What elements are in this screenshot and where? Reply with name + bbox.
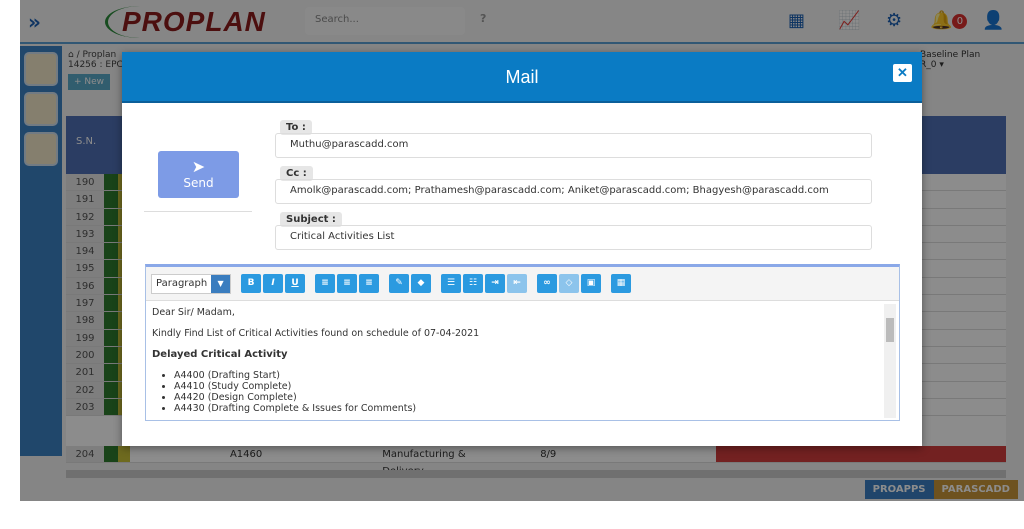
indent-icon[interactable]: ⇥ <box>485 274 505 293</box>
cc-field[interactable]: Amolk@parascadd.com; Prathamesh@parascad… <box>275 179 872 204</box>
text-color-icon[interactable]: ✎ <box>389 274 409 293</box>
format-select[interactable]: Paragraph ▼ <box>151 273 231 294</box>
list-item: A4430 (Drafting Complete & Issues for Co… <box>174 403 893 414</box>
table-icon[interactable]: ▦ <box>611 274 631 293</box>
mail-dialog: Mail ✕ ➤ Send To : Muthu@parascadd.com C… <box>122 52 922 446</box>
divider <box>144 211 252 212</box>
paper-plane-icon: ➤ <box>191 157 206 176</box>
list-item: A4420 (Design Complete) <box>174 392 893 403</box>
outdent-icon[interactable]: ⇤ <box>507 274 527 293</box>
background-color-icon[interactable]: ◆ <box>411 274 431 293</box>
align-left-icon[interactable]: ≡ <box>315 274 335 293</box>
link-icon[interactable]: ∞ <box>537 274 557 293</box>
italic-button[interactable]: I <box>263 274 283 293</box>
underline-button[interactable]: U <box>285 274 305 293</box>
align-right-icon[interactable]: ≡ <box>359 274 379 293</box>
subject-field[interactable]: Critical Activities List <box>275 225 872 250</box>
list-item: A4400 (Drafting Start) <box>174 370 893 381</box>
close-button[interactable]: ✕ <box>893 64 912 82</box>
unlink-icon[interactable]: ◇ <box>559 274 579 293</box>
bullet-list-icon[interactable]: ☰ <box>441 274 461 293</box>
numbered-list-icon[interactable]: ☷ <box>463 274 483 293</box>
list-item: A4410 (Study Complete) <box>174 381 893 392</box>
chevron-down-icon: ▼ <box>211 274 230 293</box>
align-center-icon[interactable]: ≡ <box>337 274 357 293</box>
to-field[interactable]: Muthu@parascadd.com <box>275 133 872 158</box>
editor-toolbar: Paragraph ▼ B I U ≡ ≡ ≡ ✎ ◆ ☰ ☷ ⇥ ⇤ ∞ ◇ ▣… <box>146 267 899 301</box>
email-body[interactable]: Dear Sir/ Madam, Kindly Find List of Cri… <box>146 301 899 419</box>
bold-button[interactable]: B <box>241 274 261 293</box>
image-icon[interactable]: ▣ <box>581 274 601 293</box>
editor-scrollbar[interactable] <box>884 304 896 418</box>
rich-text-editor: Paragraph ▼ B I U ≡ ≡ ≡ ✎ ◆ ☰ ☷ ⇥ ⇤ ∞ ◇ ▣… <box>145 264 900 421</box>
send-button[interactable]: ➤ Send <box>158 151 239 198</box>
dialog-title: Mail <box>505 67 539 87</box>
